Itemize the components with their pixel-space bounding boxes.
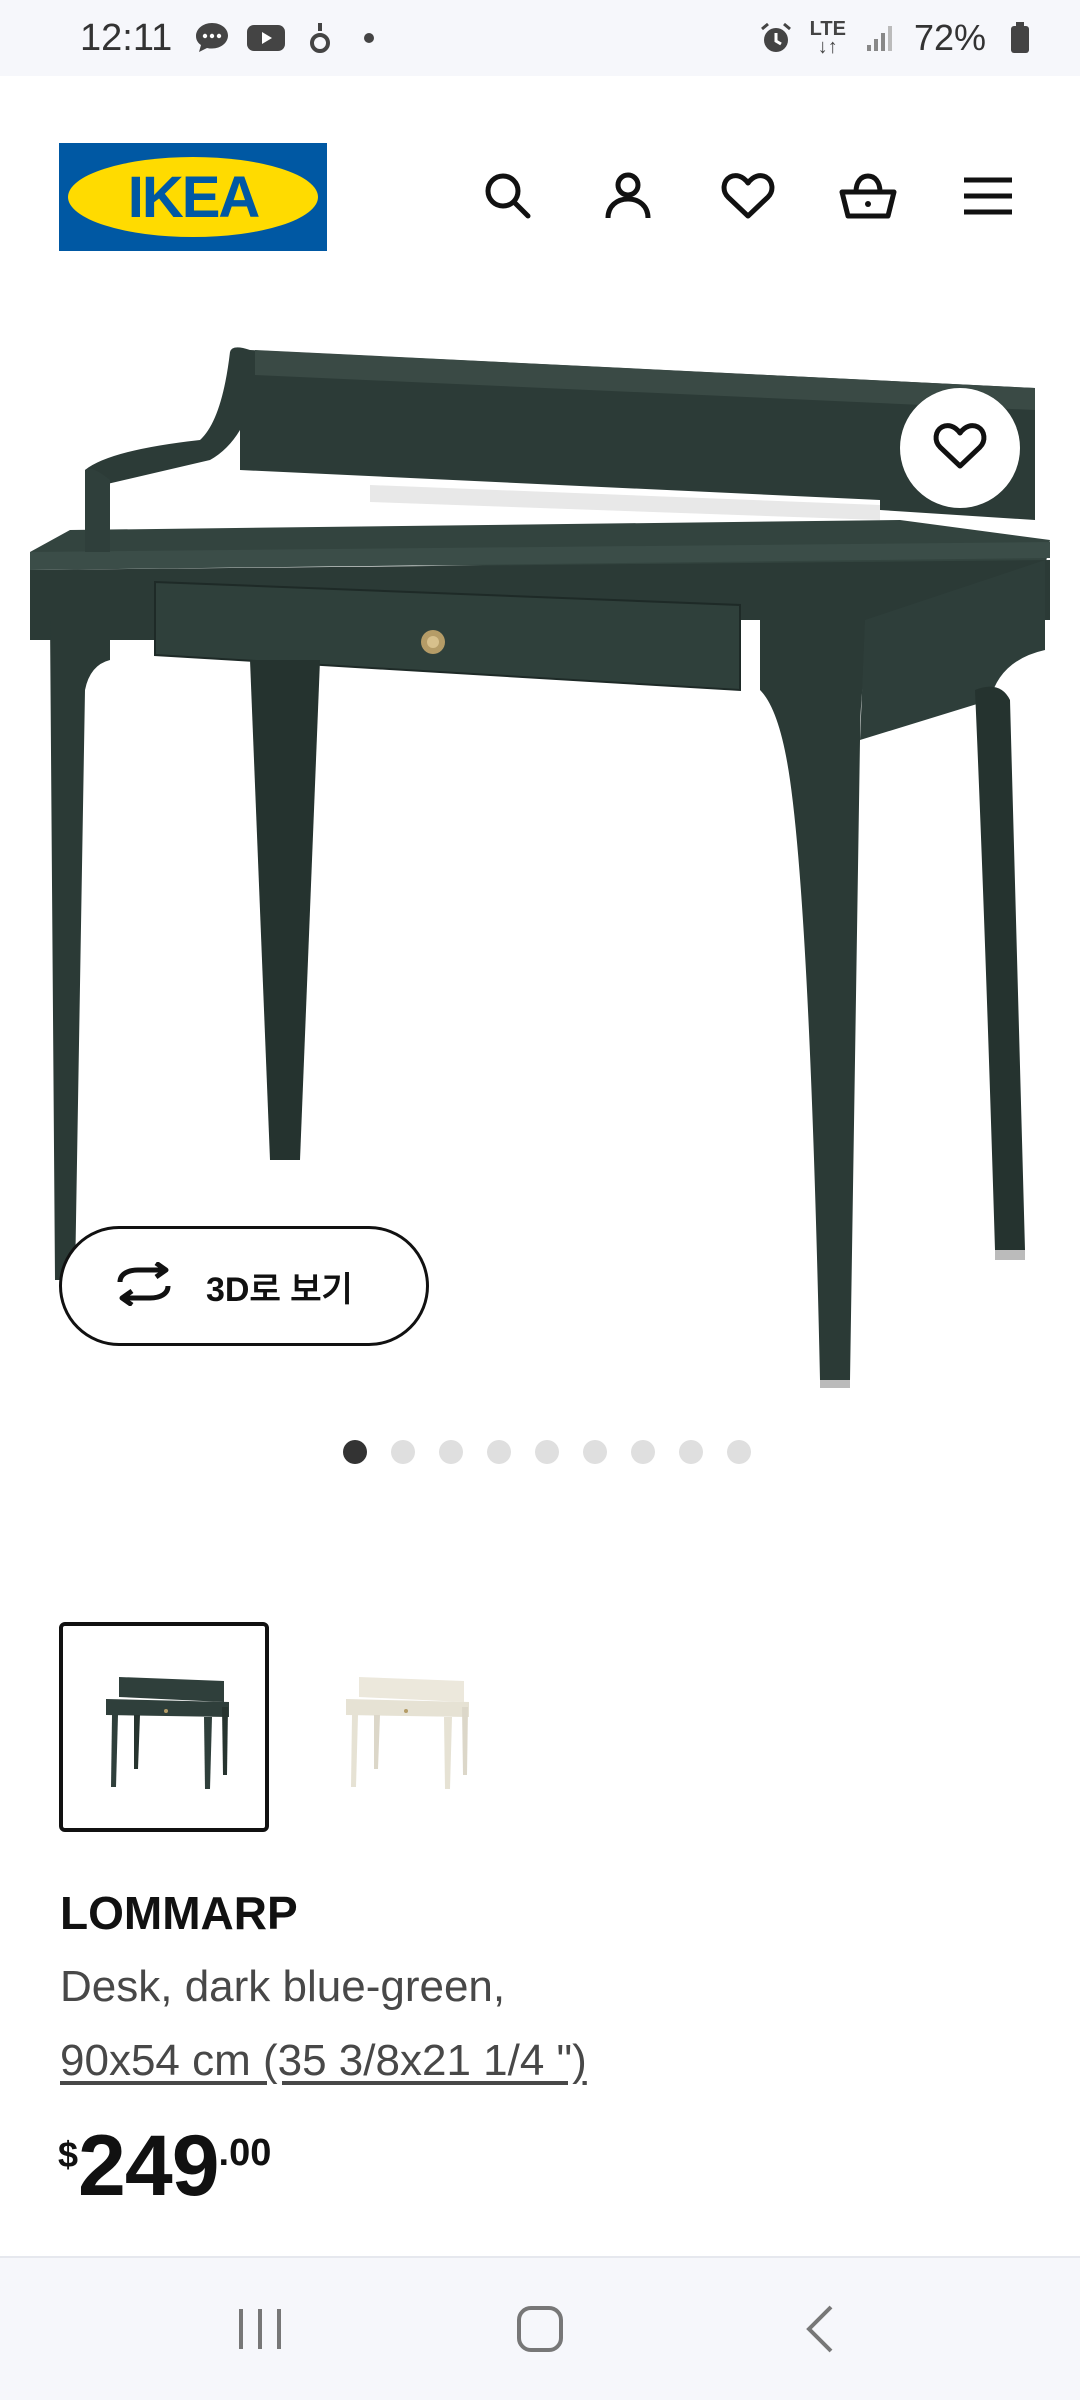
product-size-link[interactable]: 90x54 cm (35 3/8x21 1/4 ") [60, 2036, 587, 2086]
price-decimal: .00 [218, 2132, 272, 2174]
signal-icon [860, 18, 900, 58]
system-nav-bar [0, 2256, 1080, 2400]
color-variants [59, 1622, 509, 1832]
pagination-dot[interactable] [583, 1440, 607, 1464]
youtube-icon [246, 18, 286, 58]
variant-white[interactable] [299, 1622, 509, 1832]
view-3d-button[interactable]: 3D로 보기 [59, 1226, 429, 1346]
pagination-dot[interactable] [391, 1440, 415, 1464]
account-icon[interactable] [598, 166, 658, 226]
add-to-wishlist-button[interactable] [900, 388, 1020, 508]
variant-thumbnail [346, 1677, 469, 1789]
home-button[interactable] [495, 2284, 585, 2374]
home-icon [517, 2306, 563, 2352]
pagination-dot[interactable] [535, 1440, 559, 1464]
logo-oval: IKEA [68, 157, 318, 237]
pagination-dot[interactable] [679, 1440, 703, 1464]
gallery-pagination [0, 1440, 1080, 1464]
heart-icon [932, 420, 988, 477]
lte-icon: LTE ↓↑ [809, 18, 846, 58]
search-icon[interactable] [478, 166, 538, 226]
product-name: LOMMARP [60, 1887, 298, 1939]
pagination-dot[interactable] [343, 1440, 367, 1464]
status-left: 12:11 [80, 16, 375, 60]
price-currency: $ [58, 2134, 79, 2175]
chat-bubble-icon [192, 18, 232, 58]
alarm-icon [756, 18, 796, 58]
network-label: LTE [809, 18, 846, 40]
pagination-dot[interactable] [727, 1440, 751, 1464]
price-integer: 249 [78, 2118, 219, 2214]
logo-text: IKEA [127, 164, 261, 230]
status-time: 12:11 [80, 16, 173, 59]
battery-percent: 72% [913, 17, 986, 58]
back-button[interactable] [775, 2284, 865, 2374]
recent-apps-icon [239, 2309, 281, 2349]
site-header: IKEA [0, 76, 1080, 320]
back-icon [806, 2305, 833, 2353]
app-notification-icon [300, 18, 340, 58]
product-price: $ 249 .00 [58, 2120, 271, 2212]
menu-icon[interactable] [958, 166, 1018, 226]
status-right: LTE ↓↑ 72% [756, 17, 1040, 59]
pagination-dot[interactable] [631, 1440, 655, 1464]
battery-icon [1000, 18, 1040, 58]
variant-thumbnail [106, 1677, 229, 1789]
wishlist-heart-icon[interactable] [718, 166, 778, 226]
recent-apps-button[interactable] [215, 2284, 305, 2374]
view-3d-label: 3D로 보기 [206, 1270, 353, 1309]
rotate-3d-icon [112, 1260, 176, 1311]
product-gallery[interactable]: 3D로 보기 [0, 320, 1080, 1420]
ikea-logo[interactable]: IKEA [59, 143, 327, 251]
product-description: Desk, dark blue-green, [60, 1962, 506, 2011]
shopping-basket-icon[interactable] [838, 166, 898, 226]
variant-dark-blue-green[interactable] [59, 1622, 269, 1832]
pagination-dot[interactable] [439, 1440, 463, 1464]
dot-icon [364, 33, 375, 43]
status-bar: 12:11 LTE ↓↑ 72% [0, 0, 1080, 76]
pagination-dot[interactable] [487, 1440, 511, 1464]
